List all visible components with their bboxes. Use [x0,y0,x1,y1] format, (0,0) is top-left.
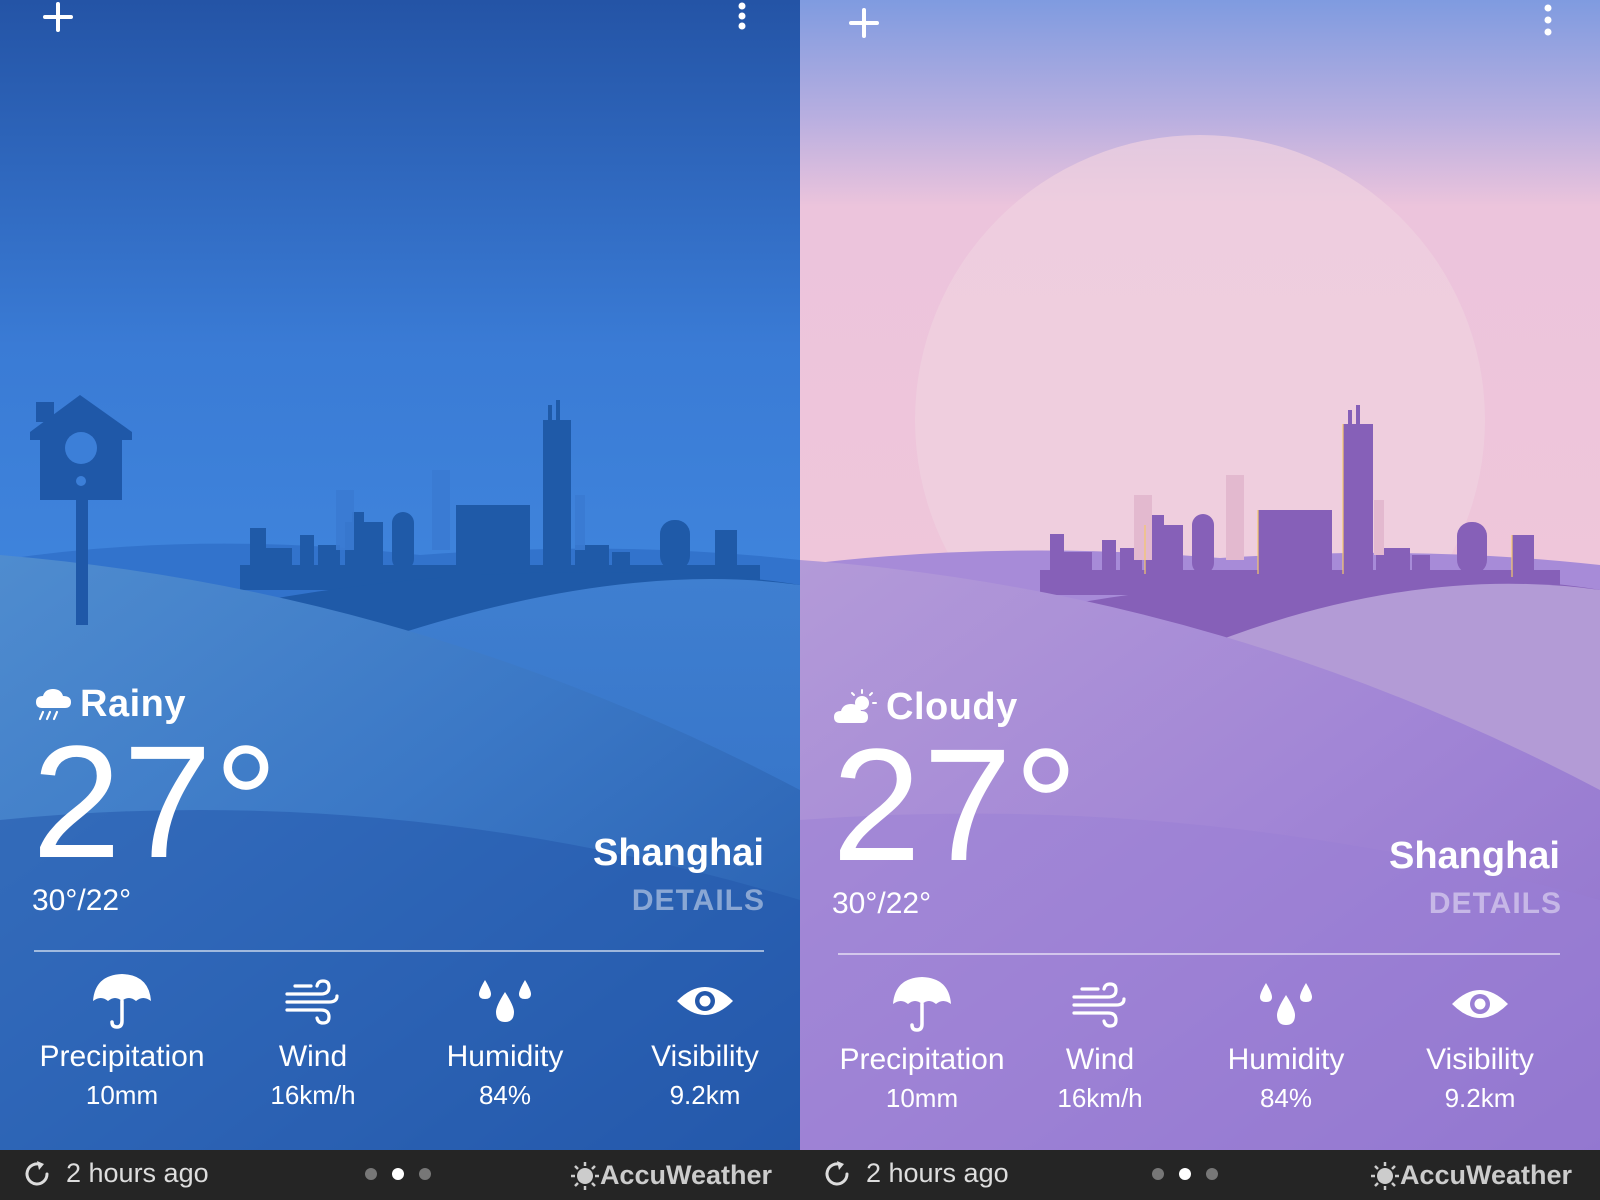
page-indicator [365,1168,446,1180]
metric-label: Precipitation [39,1040,205,1073]
more-options-button[interactable] [1538,0,1558,44]
metric-value: 10mm [885,1083,959,1113]
city-name: Shanghai [592,832,764,874]
umbrella-icon [893,977,951,1032]
divider [838,953,1560,955]
accuweather-logo[interactable]: AccuWeather [570,1160,772,1191]
more-vert-icon [1544,4,1552,36]
eye-icon [677,987,733,1015]
umbrella-icon [93,974,151,1029]
wind-icon [285,979,339,1025]
current-temperature: 27° [32,712,280,891]
metric-visibility: Visibility 9.2km [605,968,800,1111]
accuweather-sun-icon [570,1161,599,1190]
metric-humidity: Humidity 84% [1186,971,1386,1114]
add-location-button[interactable] [38,0,82,44]
last-updated-text: 2 hours ago [66,1158,209,1188]
metric-value: 16km/h [1057,1083,1143,1113]
metric-label: Wind [1065,1043,1135,1076]
metric-value: 10mm [85,1080,159,1110]
metric-value: 9.2km [669,1080,741,1110]
metric-wind: Wind 16km/h [213,968,413,1111]
eye-icon [1452,990,1508,1018]
refresh-icon [25,1160,49,1185]
plus-icon [849,8,879,38]
add-location-button[interactable] [844,6,888,50]
humidity-icon [1260,983,1312,1025]
page-dot-active[interactable] [392,1168,404,1180]
metric-label: Humidity [1227,1043,1345,1076]
metric-precipitation: Precipitation 10mm [822,971,1022,1114]
details-link[interactable]: DETAILS [632,884,765,918]
refresh-icon [825,1160,849,1185]
high-low-temperature: 30°/22° [32,884,132,917]
page-dot-active[interactable] [1179,1168,1191,1180]
metric-label: Wind [278,1040,348,1073]
plus-icon [43,2,73,32]
metric-label: Visibility [651,1040,759,1073]
page-dot[interactable] [365,1168,377,1180]
page-dot[interactable] [419,1168,431,1180]
footer-bar: 2 hours ago AccuWeather [800,1150,1600,1200]
weather-screen-cloudy: Cloudy 27° 30°/22° Shanghai DETAILS Prec… [800,0,1600,1200]
humidity-icon [479,980,531,1022]
wind-icon [1072,982,1126,1028]
high-low-temperature: 30°/22° [832,887,932,920]
metric-value: 16km/h [270,1080,356,1110]
city-name: Shanghai [1388,835,1560,877]
weather-screen-rainy: Rainy 27° 30°/22° Shanghai DETAILS Preci… [0,0,800,1200]
metric-precipitation: Precipitation 10mm [22,968,222,1111]
metric-label: Precipitation [839,1043,1005,1076]
details-link[interactable]: DETAILS [1429,887,1562,921]
metric-visibility: Visibility 9.2km [1380,971,1580,1114]
refresh-button[interactable]: 2 hours ago [822,1158,1009,1189]
divider [34,950,764,952]
metric-value: 84% [478,1080,532,1110]
metric-label: Visibility [1426,1043,1534,1076]
current-temperature: 27° [832,715,1080,894]
app-screens: Rainy 27° 30°/22° Shanghai DETAILS Preci… [0,0,1600,1200]
metric-humidity: Humidity 84% [405,968,605,1111]
brand-text: AccuWeather [599,1160,772,1190]
accuweather-logo[interactable]: AccuWeather [1370,1160,1572,1191]
page-dot[interactable] [1152,1168,1164,1180]
page-indicator [1152,1168,1233,1180]
refresh-button[interactable]: 2 hours ago [22,1158,209,1189]
metric-label: Humidity [446,1040,564,1073]
footer-bar: 2 hours ago AccuWeather [0,1150,800,1200]
more-vert-icon [738,2,746,30]
accuweather-sun-icon [1370,1161,1399,1190]
more-options-button[interactable] [732,0,752,44]
metric-value: 9.2km [1444,1083,1516,1113]
last-updated-text: 2 hours ago [866,1158,1009,1188]
metric-value: 84% [1259,1083,1313,1113]
metric-wind: Wind 16km/h [1000,971,1200,1114]
brand-text: AccuWeather [1399,1160,1572,1190]
page-dot[interactable] [1206,1168,1218,1180]
